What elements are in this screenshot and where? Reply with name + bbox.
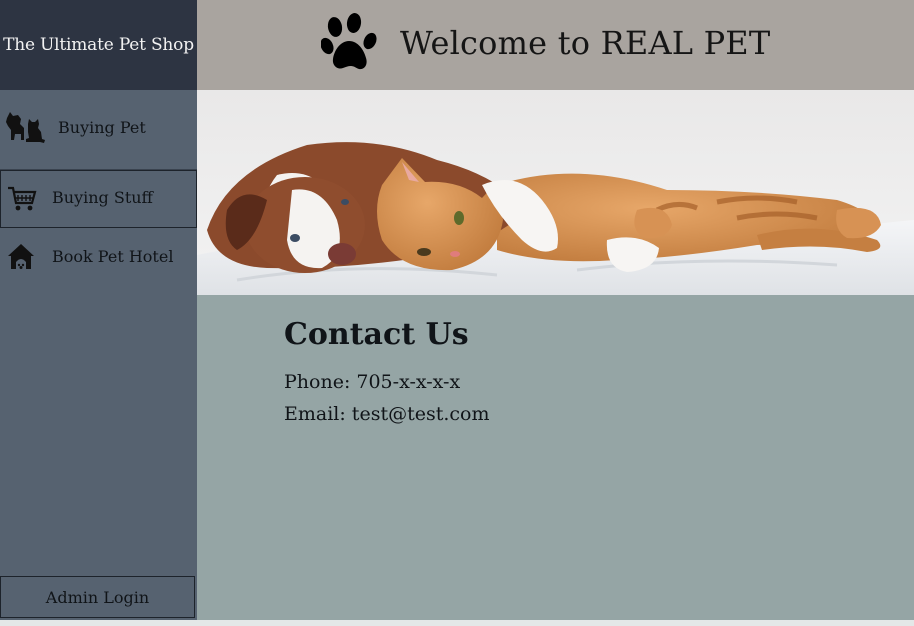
cart-icon	[7, 185, 37, 213]
page-bottom-edge	[0, 620, 914, 626]
sidebar: The Ultimate Pet Shop Buying Pet Buying …	[0, 0, 197, 620]
dog-and-cat-photo	[197, 90, 914, 295]
sidebar-item-book-pet-hotel[interactable]: Book Pet Hotel	[0, 228, 197, 288]
paw-icon	[320, 13, 377, 71]
sidebar-item-label: Buying Pet	[58, 118, 146, 137]
pet-house-icon	[7, 243, 35, 271]
brand-title: The Ultimate Pet Shop	[0, 0, 197, 90]
sidebar-item-label: Book Pet Hotel	[52, 247, 174, 266]
header: Welcome to REAL PET	[197, 0, 914, 90]
sidebar-item-label: Buying Stuff	[52, 188, 153, 207]
contact-section: Contact Us Phone: 705-x-x-x-x Email: tes…	[197, 295, 914, 620]
sidebar-item-buying-stuff[interactable]: Buying Stuff	[0, 170, 197, 228]
contact-phone: Phone: 705-x-x-x-x	[284, 371, 461, 393]
contact-title: Contact Us	[284, 317, 469, 352]
contact-email: Email: test@test.com	[284, 403, 490, 425]
pets-icon	[4, 110, 46, 146]
admin-login-button[interactable]: Admin Login	[0, 576, 195, 618]
sidebar-item-buying-pet[interactable]: Buying Pet	[0, 90, 197, 170]
page-title: Welcome to REAL PET	[400, 24, 771, 62]
